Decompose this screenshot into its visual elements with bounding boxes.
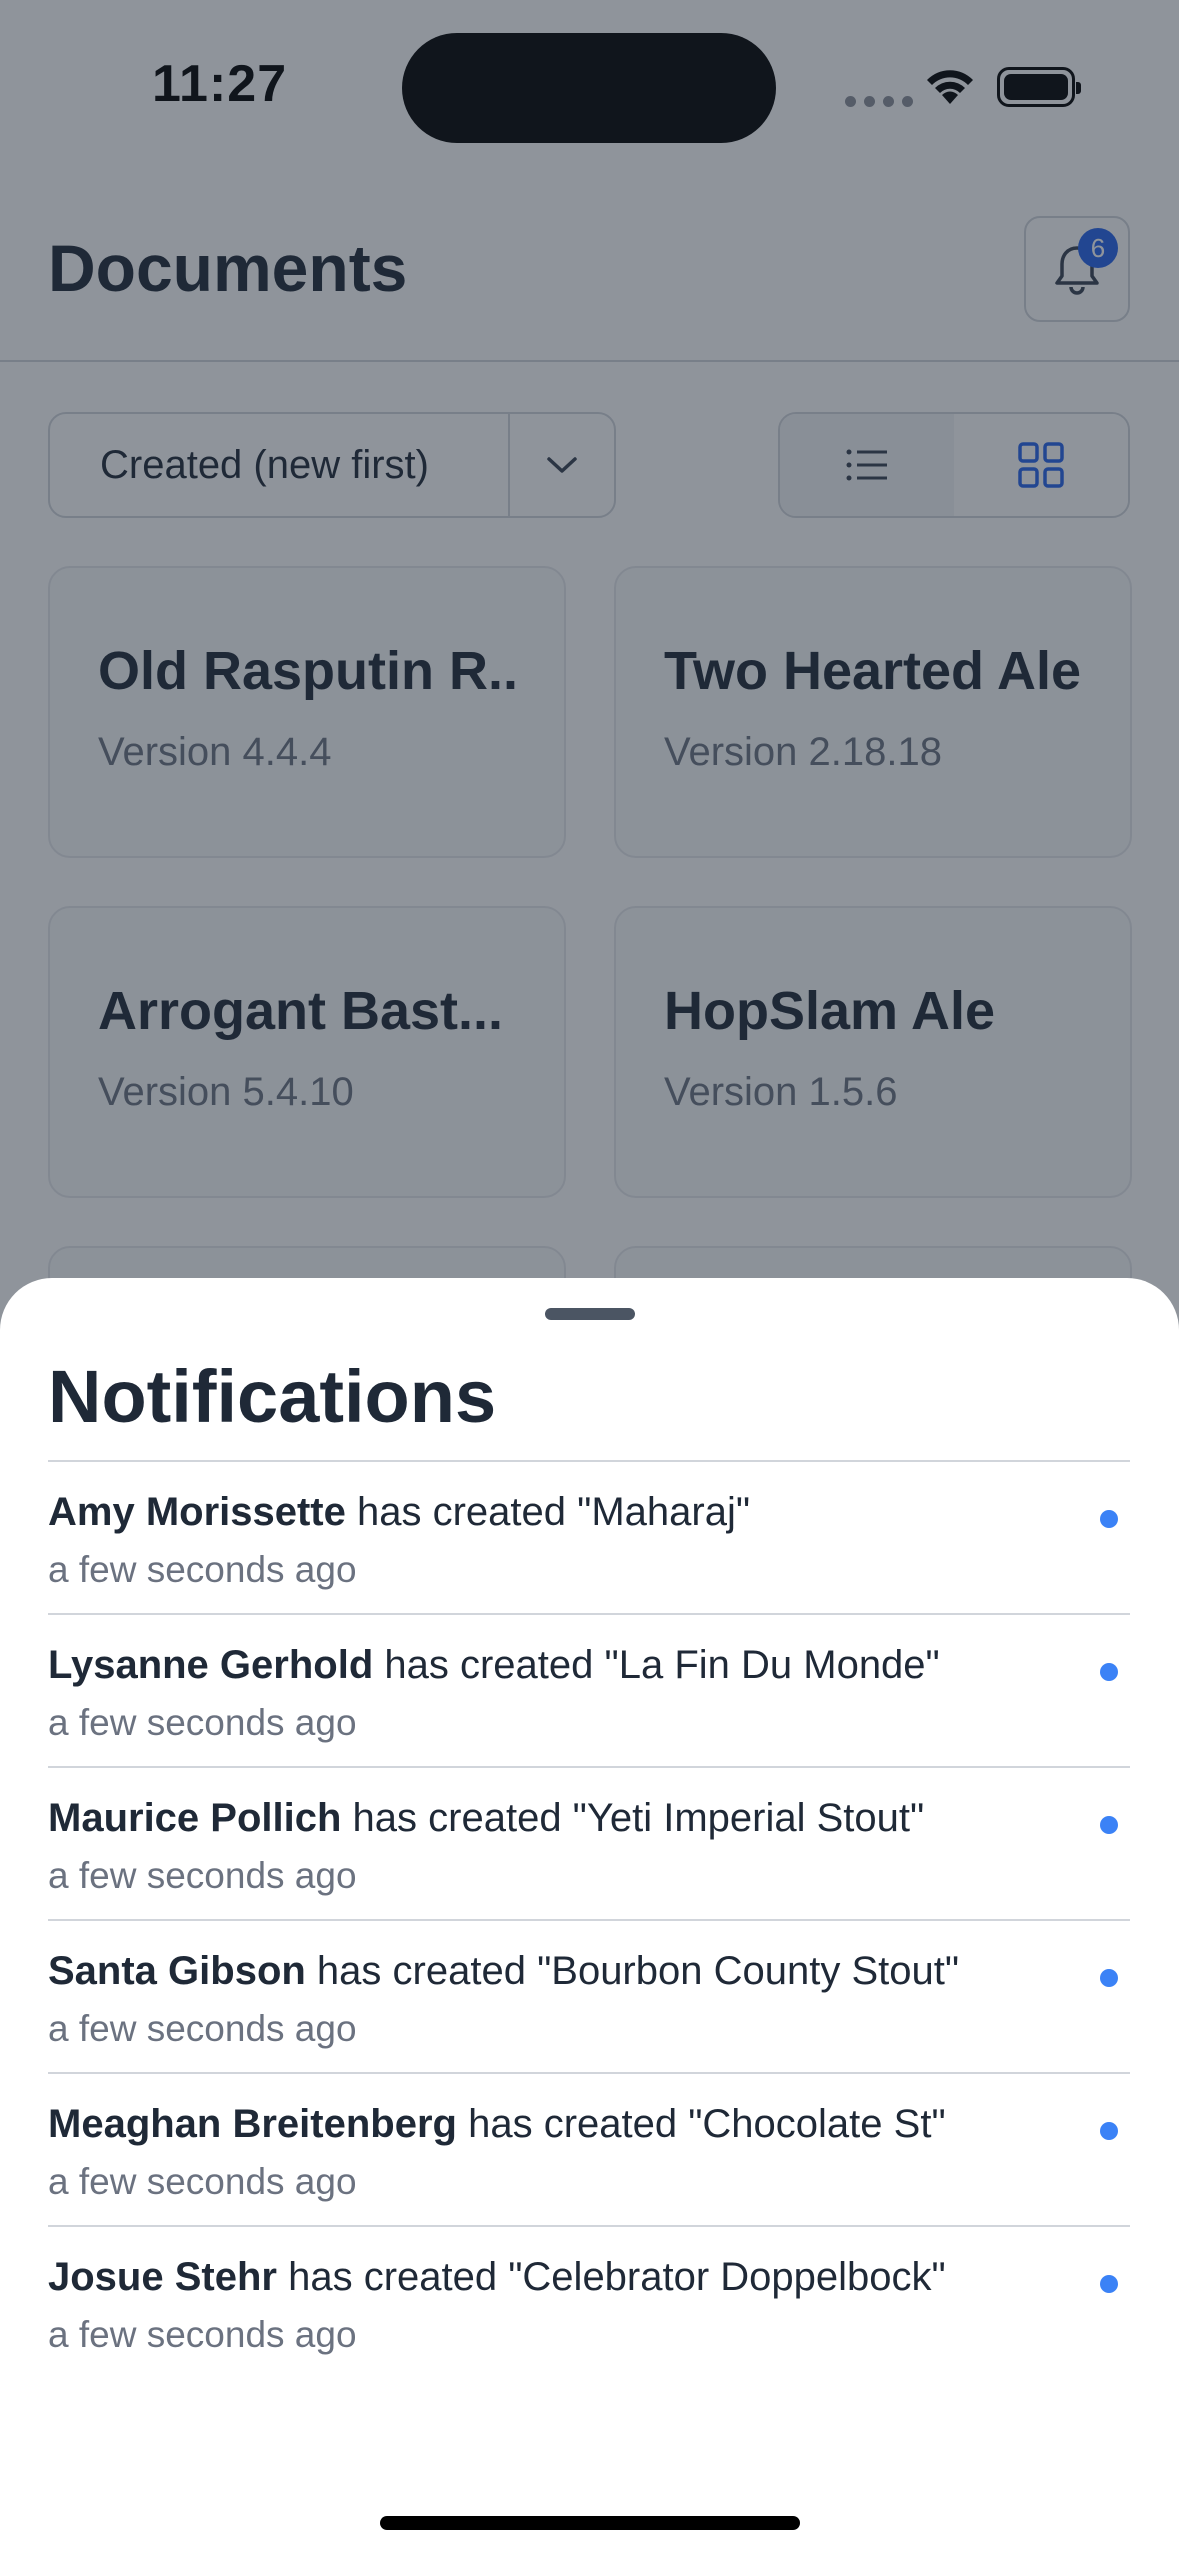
notification-time: a few seconds ago [48,2008,357,2049]
notification-actor: Santa Gibson [48,1949,306,1993]
notification-time: a few seconds ago [48,2314,357,2355]
notification-list: Amy Morissette has created "Maharaj" a f… [48,1460,1130,2380]
home-indicator[interactable] [380,2516,800,2530]
notification-text: Maurice Pollich has created "Yeti Imperi… [48,1796,1130,1841]
notification-text: Amy Morissette has created "Maharaj" [48,1490,1130,1535]
notification-actor: Lysanne Gerhold [48,1643,374,1687]
notification-text: Meaghan Breitenberg has created "Chocola… [48,2102,1130,2147]
notification-item[interactable]: Amy Morissette has created "Maharaj" a f… [48,1462,1130,1615]
notification-actor: Meaghan Breitenberg [48,2102,457,2146]
unread-dot-icon [1100,1969,1118,1987]
unread-dot-icon [1100,1663,1118,1681]
notification-item[interactable]: Lysanne Gerhold has created "La Fin Du M… [48,1615,1130,1768]
notification-text: Lysanne Gerhold has created "La Fin Du M… [48,1643,1130,1688]
notification-time: a few seconds ago [48,1855,357,1896]
notification-action: has created "Chocolate St" [456,2102,946,2146]
notification-action: has created "Celebrator Doppelbock" [276,2255,946,2299]
notification-item[interactable]: Santa Gibson has created "Bourbon County… [48,1921,1130,2074]
unread-dot-icon [1100,2275,1118,2293]
notification-actor: Amy Morissette [48,1490,346,1534]
sheet-title: Notifications [48,1355,497,1438]
notification-item[interactable]: Josue Stehr has created "Celebrator Dopp… [48,2227,1130,2380]
app-screen: 11:27 Documents 6 Created (new first) [0,0,1179,2556]
notification-time: a few seconds ago [48,2161,357,2202]
unread-dot-icon [1100,1816,1118,1834]
notification-action: has created "Yeti Imperial Stout" [341,1796,925,1840]
notification-item[interactable]: Meaghan Breitenberg has created "Chocola… [48,2074,1130,2227]
notification-text: Santa Gibson has created "Bourbon County… [48,1949,1130,1994]
notification-action: has created "Bourbon County Stout" [305,1949,960,1993]
notification-time: a few seconds ago [48,1702,357,1743]
notification-actor: Josue Stehr [48,2255,277,2299]
unread-dot-icon [1100,2122,1118,2140]
notification-item[interactable]: Maurice Pollich has created "Yeti Imperi… [48,1768,1130,1921]
notifications-sheet: Notifications Amy Morissette has created… [0,1278,1179,2556]
notification-actor: Maurice Pollich [48,1796,342,1840]
notification-time: a few seconds ago [48,1549,357,1590]
unread-dot-icon [1100,1510,1118,1528]
notification-text: Josue Stehr has created "Celebrator Dopp… [48,2255,1130,2300]
notification-action: has created "La Fin Du Monde" [373,1643,940,1687]
notification-action: has created "Maharaj" [345,1490,751,1534]
sheet-drag-handle[interactable] [545,1308,635,1320]
